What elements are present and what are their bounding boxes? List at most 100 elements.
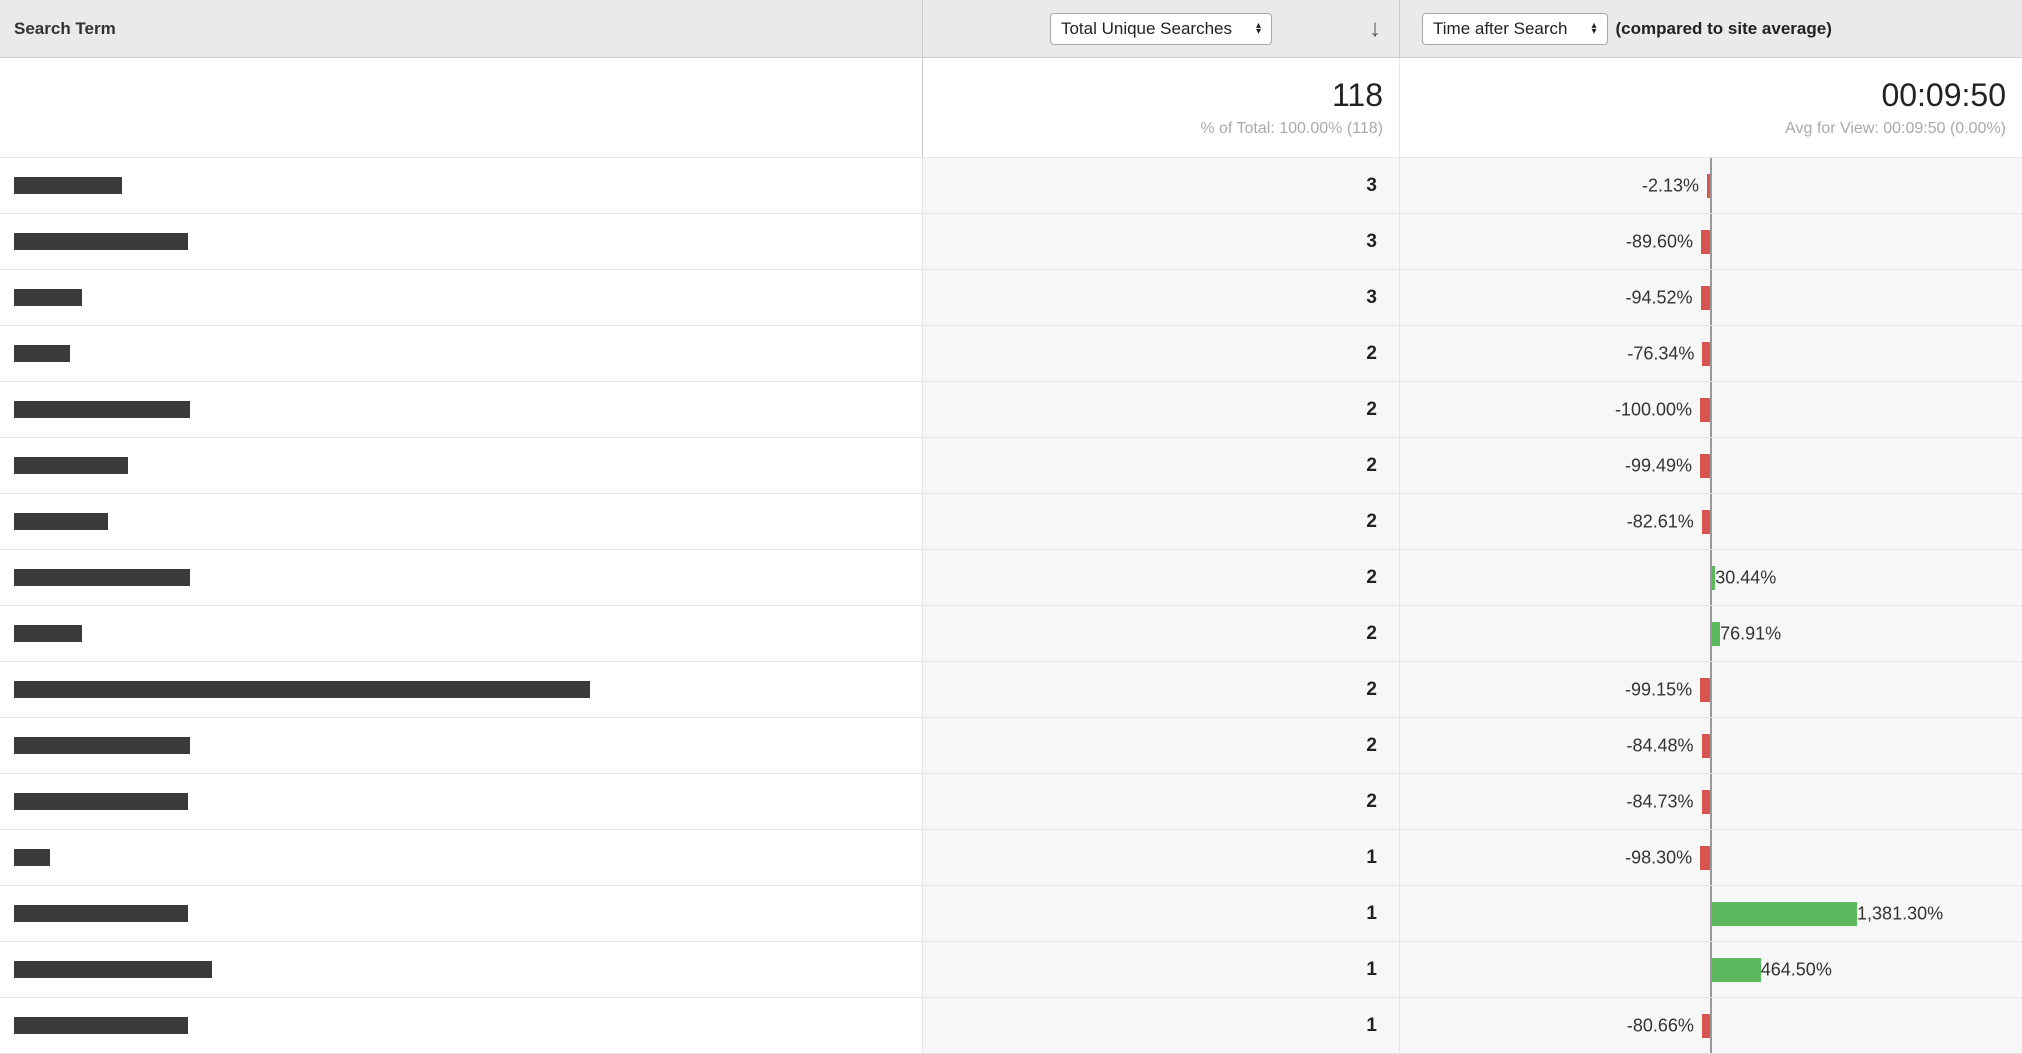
summary-time-total: 00:09:50	[1881, 77, 2006, 114]
table-row: 2-100.00%	[0, 382, 2022, 438]
search-term-cell[interactable]	[0, 382, 923, 437]
table-header-row: Search Term Total Unique Searches ▴▾ ↓ T…	[0, 0, 2022, 58]
search-term-cell[interactable]	[0, 550, 923, 605]
zero-line	[1710, 718, 1712, 773]
searches-count-cell: 2	[923, 438, 1400, 493]
zero-line	[1710, 662, 1712, 717]
search-term-cell[interactable]	[0, 998, 923, 1053]
summary-searches-sub: % of Total: 100.00% (118)	[1200, 120, 1383, 138]
bar-value-label: -84.73%	[1626, 791, 1699, 812]
search-term-cell[interactable]	[0, 438, 923, 493]
bar-area: 76.91%	[1400, 606, 2022, 661]
bar-value-label: -94.52%	[1626, 287, 1699, 308]
summary-time-sub: Avg for View: 00:09:50 (0.00%)	[1785, 120, 2006, 138]
select-caret-icon: ▴▾	[1256, 23, 1261, 35]
negative-bar	[1700, 398, 1710, 422]
search-term-cell[interactable]	[0, 270, 923, 325]
search-term-cell[interactable]	[0, 606, 923, 661]
search-term-label: Search Term	[14, 19, 116, 39]
compared-to-avg-label: (compared to site average)	[1616, 19, 1832, 39]
zero-line	[1710, 998, 1712, 1053]
summary-searches-cell: 118 % of Total: 100.00% (118)	[923, 58, 1400, 157]
sort-descending-icon[interactable]: ↓	[1369, 15, 1381, 43]
searches-count-cell: 2	[923, 606, 1400, 661]
zero-line	[1710, 438, 1712, 493]
search-term-cell[interactable]	[0, 326, 923, 381]
searches-count-cell: 2	[923, 774, 1400, 829]
redacted-term	[14, 793, 188, 810]
bar-value-label: -99.15%	[1625, 679, 1698, 700]
bar-area: -100.00%	[1400, 382, 2022, 437]
time-metric-select[interactable]: Time after Search ▴▾	[1422, 13, 1608, 45]
negative-bar	[1702, 734, 1710, 758]
bar-area: 464.50%	[1400, 942, 2022, 997]
bar-area: -80.66%	[1400, 998, 2022, 1053]
comparison-bar-cell: -84.73%	[1400, 774, 2022, 829]
search-term-cell[interactable]	[0, 886, 923, 941]
searches-count-cell: 3	[923, 270, 1400, 325]
table-row: 11,381.30%	[0, 886, 2022, 942]
negative-bar	[1700, 846, 1710, 870]
comparison-bar-cell: -94.52%	[1400, 270, 2022, 325]
comparison-bar-cell: 464.50%	[1400, 942, 2022, 997]
table-row: 2-99.15%	[0, 662, 2022, 718]
table-row: 1464.50%	[0, 942, 2022, 998]
bar-value-label: -76.34%	[1627, 343, 1700, 364]
negative-bar	[1702, 790, 1710, 814]
bar-area: -94.52%	[1400, 270, 2022, 325]
search-term-cell[interactable]	[0, 662, 923, 717]
table-row: 2 -82.61%	[0, 494, 2022, 550]
searches-count-cell: 1	[923, 830, 1400, 885]
redacted-term	[14, 233, 188, 250]
negative-bar	[1707, 174, 1710, 198]
table-row: 230.44%	[0, 550, 2022, 606]
summary-row: 118 % of Total: 100.00% (118) 00:09:50 A…	[0, 58, 2022, 158]
negative-bar	[1702, 510, 1710, 534]
searches-metric-select[interactable]: Total Unique Searches ▴▾	[1050, 13, 1272, 45]
bar-area: 1,381.30%	[1400, 886, 2022, 941]
search-terms-table: Search Term Total Unique Searches ▴▾ ↓ T…	[0, 0, 2022, 1054]
searches-count-cell: 2	[923, 382, 1400, 437]
bar-value-label: -82.61%	[1627, 511, 1700, 532]
search-term-cell[interactable]	[0, 942, 923, 997]
zero-line	[1710, 774, 1712, 829]
search-term-cell[interactable]	[0, 718, 923, 773]
redacted-term	[14, 905, 188, 922]
column-header-search-term[interactable]: Search Term	[0, 0, 923, 57]
table-row: 1-98.30%	[0, 830, 2022, 886]
time-metric-select-label: Time after Search	[1433, 19, 1567, 39]
summary-time-cell: 00:09:50 Avg for View: 00:09:50 (0.00%)	[1400, 58, 2022, 157]
bar-area: -82.61%	[1400, 494, 2022, 549]
searches-metric-select-label: Total Unique Searches	[1061, 19, 1232, 39]
comparison-bar-cell: -99.15%	[1400, 662, 2022, 717]
search-term-cell[interactable]	[0, 494, 923, 549]
search-term-cell[interactable]	[0, 774, 923, 829]
bar-area: -99.15%	[1400, 662, 2022, 717]
redacted-term	[14, 289, 82, 306]
search-term-cell[interactable]	[0, 214, 923, 269]
searches-count-cell: 2	[923, 494, 1400, 549]
positive-bar	[1712, 902, 1857, 926]
table-row: 276.91%	[0, 606, 2022, 662]
search-term-cell[interactable]	[0, 830, 923, 885]
table-row: 3-2.13%	[0, 158, 2022, 214]
bar-area: -84.48%	[1400, 718, 2022, 773]
table-row: 2-99.49%	[0, 438, 2022, 494]
bar-value-label: -84.48%	[1627, 735, 1700, 756]
column-header-time: Time after Search ▴▾ (compared to site a…	[1400, 0, 2022, 57]
negative-bar	[1702, 342, 1710, 366]
select-caret-icon: ▴▾	[1591, 23, 1596, 35]
bar-value-label: -2.13%	[1642, 175, 1705, 196]
table-body: 3-2.13%3-89.60%3-94.52%2-76.34%2-100.00%…	[0, 158, 2022, 1054]
bar-area: -76.34%	[1400, 326, 2022, 381]
comparison-bar-cell: -80.66%	[1400, 998, 2022, 1053]
zero-line	[1710, 270, 1712, 325]
searches-count-cell: 2	[923, 550, 1400, 605]
comparison-bar-cell: -76.34%	[1400, 326, 2022, 381]
zero-line	[1710, 830, 1712, 885]
redacted-term	[14, 737, 190, 754]
searches-count-cell: 1	[923, 942, 1400, 997]
redacted-term	[14, 345, 70, 362]
search-term-cell[interactable]	[0, 158, 923, 213]
negative-bar	[1701, 286, 1710, 310]
